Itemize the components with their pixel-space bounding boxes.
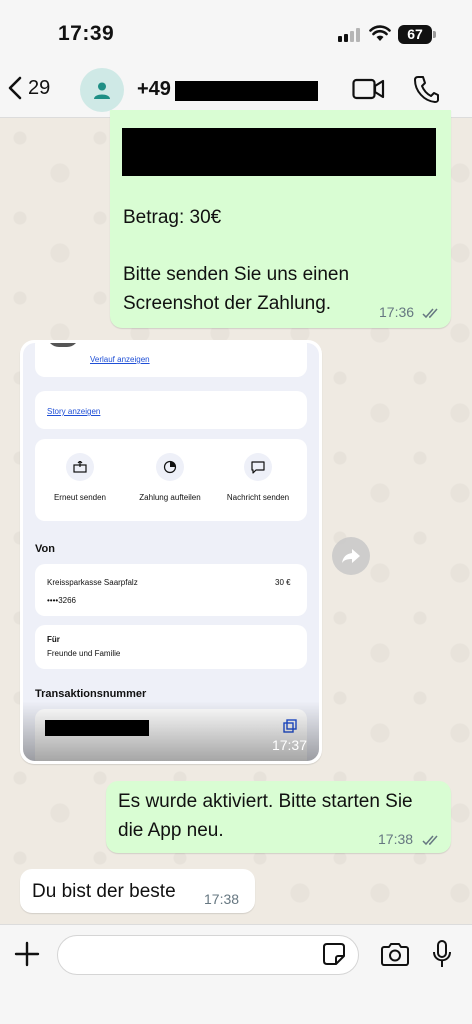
outgoing-message[interactable]: Betrag: 30€ Bitte senden Sie uns einen S… xyxy=(110,110,451,328)
sticker-icon[interactable] xyxy=(322,942,346,966)
phone-icon[interactable] xyxy=(413,75,439,103)
for-value: Freunde und Familie xyxy=(47,649,121,658)
message-input[interactable] xyxy=(57,935,359,975)
story-link: Story anzeigen xyxy=(47,407,101,416)
message-label: Nachricht senden xyxy=(226,493,290,502)
outgoing-message[interactable]: Es wurde aktiviert. Bitte starten Sie di… xyxy=(106,781,451,853)
bank-name: Kreissparkasse Saarpfalz xyxy=(47,578,138,587)
from-title: Von xyxy=(35,543,55,555)
resend-label: Erneut senden xyxy=(53,493,107,502)
camera-icon[interactable] xyxy=(380,942,410,966)
message-text: die App neu. xyxy=(118,820,224,841)
profile-thumbnail xyxy=(47,343,79,347)
message-text: Bitte senden Sie uns einen xyxy=(123,264,350,285)
microphone-icon[interactable] xyxy=(432,939,452,969)
for-label: Für xyxy=(47,635,60,644)
chat-icon xyxy=(244,453,272,481)
screenshot-actions-card: Erneut senden Zahlung aufteilen Nachrich… xyxy=(35,439,307,521)
forward-button[interactable] xyxy=(332,537,370,575)
back-chevron-icon xyxy=(8,76,22,100)
battery-icon: 67 xyxy=(398,25,432,44)
status-bar: 17:39 67 xyxy=(0,0,472,62)
screenshot-card-story: Story anzeigen xyxy=(35,391,307,429)
contact-avatar-icon xyxy=(94,82,110,99)
split-action: Zahlung aufteilen xyxy=(130,453,210,502)
avatar[interactable] xyxy=(80,68,124,112)
status-time: 17:39 xyxy=(58,22,115,45)
amount: 30 € xyxy=(275,578,291,587)
battery-tip xyxy=(433,31,436,38)
message-text: Du bist der beste xyxy=(32,881,176,902)
double-check-icon xyxy=(422,308,438,319)
message-time: 17:37 xyxy=(271,737,307,753)
message-text: Screenshot der Zahlung. xyxy=(123,293,332,314)
message-time: 17:36 xyxy=(379,304,415,320)
message-time: 17:38 xyxy=(378,831,414,847)
image-message[interactable]: Verlauf anzeigen Story anzeigen Erneut s… xyxy=(20,340,322,764)
message-text: Es wurde aktiviert. Bitte starten Sie xyxy=(118,791,413,812)
unread-count: 29 xyxy=(28,76,51,99)
wifi-icon xyxy=(369,25,391,41)
resend-action: Erneut senden xyxy=(40,453,120,502)
contact-name[interactable]: +49 xyxy=(137,78,171,101)
input-bar xyxy=(0,924,472,1024)
split-label: Zahlung aufteilen xyxy=(139,493,201,502)
double-check-icon xyxy=(422,835,438,846)
transaction-title: Transaktionsnummer xyxy=(35,688,147,700)
redacted-phone-number xyxy=(175,81,318,101)
message-time: 17:38 xyxy=(204,891,240,907)
screenshot-card-top: Verlauf anzeigen xyxy=(35,343,307,377)
redacted-text xyxy=(122,128,436,176)
plus-icon[interactable] xyxy=(14,941,40,967)
screenshot-for-card: Für Freunde und Familie xyxy=(35,625,307,669)
payment-screenshot[interactable]: Verlauf anzeigen Story anzeigen Erneut s… xyxy=(23,343,319,761)
cellular-signal-icon xyxy=(338,28,360,42)
split-icon xyxy=(156,453,184,481)
message-action: Nachricht senden xyxy=(218,453,298,502)
message-text: Betrag: 30€ xyxy=(123,207,222,228)
resend-icon xyxy=(66,453,94,481)
video-call-icon[interactable] xyxy=(352,78,385,100)
incoming-message[interactable]: Du bist der beste 17:38 xyxy=(20,869,255,913)
account-number: ••••3266 xyxy=(47,596,76,605)
back-button[interactable]: 29 xyxy=(8,76,50,100)
forward-icon xyxy=(342,549,360,563)
history-link: Verlauf anzeigen xyxy=(90,355,150,364)
screenshot-from-card: Kreissparkasse Saarpfalz 30 € ••••3266 xyxy=(35,564,307,616)
